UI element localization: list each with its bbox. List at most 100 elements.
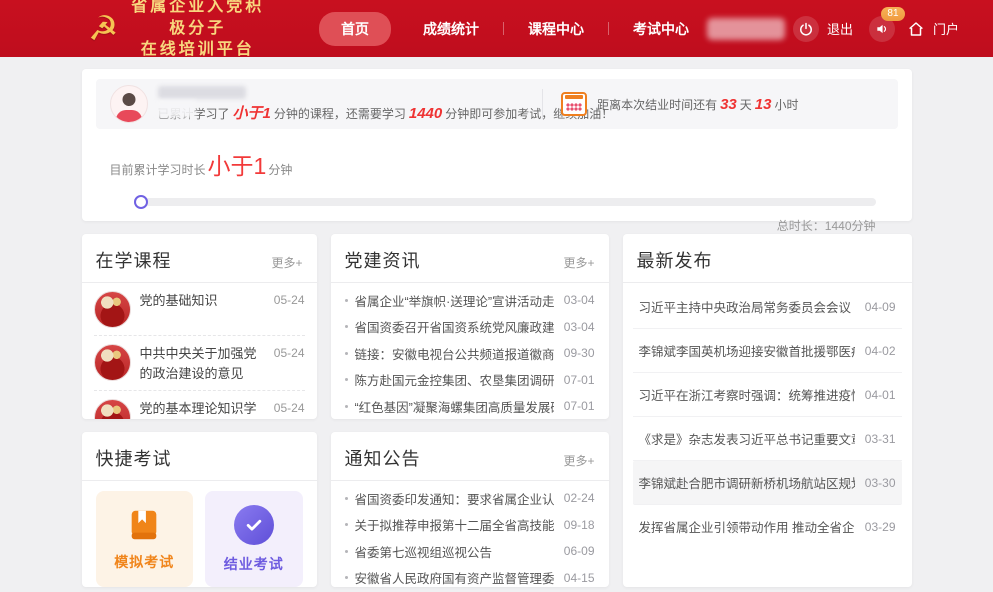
news-list-item[interactable]: 省国资委召开省国资系统党风廉政建设和反腐... 03-04 bbox=[345, 314, 595, 341]
notice-list-item[interactable]: 关于拟推荐申报第十二届全省高技能人才评选... 09-18 bbox=[345, 512, 595, 539]
home-icon[interactable] bbox=[907, 20, 925, 38]
latest-list-item[interactable]: 李锦斌赴合肥市调研新桥机场航站区规划建设... 03-30 bbox=[633, 461, 902, 505]
speaker-icon[interactable]: 81 bbox=[869, 16, 895, 42]
studied-minutes: 小于1 bbox=[230, 105, 274, 122]
latest-list-item[interactable]: 习近平在浙江考察时强调：统筹推进疫情防控... 04-01 bbox=[633, 373, 902, 417]
blur-patch bbox=[156, 100, 196, 118]
final-exam-tile[interactable]: 结业考试 bbox=[205, 491, 303, 587]
courses-title: 在学课程 bbox=[96, 247, 172, 273]
site-logo: ☭ 省属企业入党积极分子 在线培训平台 bbox=[88, 0, 267, 61]
course-thumbnail bbox=[94, 291, 131, 328]
course-list-item[interactable]: 05-24 党的基础知识 bbox=[94, 283, 305, 336]
mock-exam-label: 模拟考试 bbox=[114, 552, 174, 572]
notice-item-title: 省国资委印发通知：要求省属企业认真贯彻落... bbox=[355, 489, 554, 508]
exam-tiles: 模拟考试 结业考试 bbox=[82, 481, 317, 587]
notice-item-date: 09-18 bbox=[564, 518, 595, 532]
latest-list-item[interactable]: 发挥省属企业引领带动作用 推动全省企业尽快... 03-29 bbox=[633, 505, 902, 548]
courses-card-header: 在学课程 更多+ bbox=[82, 234, 317, 283]
nav-item-scores[interactable]: 成绩统计 bbox=[405, 12, 497, 46]
user-info-strip: 已累计学习了小于1分钟的课程，还需要学习1440分钟即可参加考试，继续加油！ 距… bbox=[96, 79, 898, 129]
party-news-header: 党建资讯 更多+ bbox=[331, 234, 609, 283]
notice-list-item[interactable]: 省委第七巡视组巡视公告 06-09 bbox=[345, 538, 595, 565]
header-user-area: 退出 81 门户 bbox=[707, 16, 959, 42]
nav-item-exams[interactable]: 考试中心 bbox=[615, 12, 707, 46]
nav-item-courses[interactable]: 课程中心 bbox=[510, 12, 602, 46]
course-thumbnail bbox=[94, 399, 131, 419]
notice-list-item[interactable]: 省国资委印发通知：要求省属企业认真贯彻落... 02-24 bbox=[345, 485, 595, 512]
notice-item-date: 02-24 bbox=[564, 491, 595, 505]
news-list-item[interactable]: 链接：安徽电视台公共频道报道徽商职业学院... 09-30 bbox=[345, 340, 595, 367]
course-text: 05-24 中共中央关于加强党的政治建设的意见 bbox=[140, 344, 305, 383]
latest-item-title: 发挥省属企业引领带动作用 推动全省企业尽快... bbox=[639, 517, 855, 536]
news-item-title: “红色基因”凝聚海螺集团高质量发展磅礴力... bbox=[355, 397, 554, 416]
check-circle-icon bbox=[234, 505, 274, 545]
countdown-days-unit: 天 bbox=[740, 98, 752, 112]
blurred-username-inline bbox=[158, 86, 246, 99]
mock-exam-tile[interactable]: 模拟考试 bbox=[96, 491, 194, 587]
news-item-date: 09-30 bbox=[564, 346, 595, 360]
book-icon bbox=[125, 507, 163, 543]
quick-exam-card: 快捷考试 模拟考试 结业考试 bbox=[82, 432, 317, 587]
bullet-dot bbox=[345, 352, 348, 355]
course-list-item[interactable]: 05-24 中共中央关于加强党的政治建设的意见 bbox=[94, 336, 305, 391]
courses-more-link[interactable]: 更多+ bbox=[271, 254, 302, 271]
course-title: 中共中央关于加强党的政治建设的意见 bbox=[140, 346, 257, 381]
progress-label: 目前累计学习时长小于1分钟 bbox=[110, 147, 888, 181]
progress-value: 小于1 bbox=[206, 153, 269, 179]
latest-item-title: 习近平在浙江考察时强调：统筹推进疫情防控... bbox=[639, 385, 855, 404]
latest-list-item[interactable]: 李锦斌李国英机场迎接安徽首批援鄂医疗队凯... 04-02 bbox=[633, 329, 902, 373]
study-suffix: 分钟即可参加考试，继续加油！ bbox=[445, 107, 613, 121]
progress-unit: 分钟 bbox=[268, 163, 292, 177]
party-news-more-link[interactable]: 更多+ bbox=[563, 254, 594, 271]
final-exam-label: 结业考试 bbox=[224, 554, 284, 574]
power-icon[interactable] bbox=[793, 16, 819, 42]
latest-list-item[interactable]: 习近平主持中央政治局常务委员会会议 分析国... 04-09 bbox=[633, 285, 902, 329]
course-list: 05-24 党的基础知识 05-24 中共中央关于加强党的政治建设的意见 bbox=[82, 283, 317, 419]
notice-list-item[interactable]: 安徽省人民政府国有资产监督管理委员会网站... 04-15 bbox=[345, 565, 595, 588]
study-info-texts: 已累计学习了小于1分钟的课程，还需要学习1440分钟即可参加考试，继续加油！ bbox=[158, 86, 525, 123]
course-list-item[interactable]: 05-24 党的基本理论知识学习手册 bbox=[94, 391, 305, 419]
card-grid: 在学课程 更多+ 05-24 党的基础知识 bbox=[82, 234, 912, 587]
bullet-dot bbox=[345, 550, 348, 553]
bullet-dot bbox=[345, 576, 348, 579]
notice-item-date: 04-15 bbox=[564, 571, 595, 585]
latest-item-title: 习近平主持中央政治局常务委员会会议 分析国... bbox=[639, 297, 855, 316]
nav-separator bbox=[503, 22, 504, 35]
top-header: ☭ 省属企业入党积极分子 在线培训平台 首页 成绩统计 课程中心 考试中心 退出… bbox=[0, 0, 993, 57]
course-title: 党的基础知识 bbox=[140, 293, 218, 308]
user-avatar bbox=[110, 85, 148, 123]
main-content: 已累计学习了小于1分钟的课程，还需要学习1440分钟即可参加考试，继续加油！ 距… bbox=[82, 69, 912, 587]
progress-handle[interactable] bbox=[134, 195, 148, 209]
latest-list-item[interactable]: 《求是》杂志发表习近平总书记重要文章《在... 03-31 bbox=[633, 417, 902, 461]
countdown-days: 33 bbox=[717, 96, 740, 113]
course-date: 05-24 bbox=[274, 344, 305, 362]
bullet-dot bbox=[345, 378, 348, 381]
bullet-dot bbox=[345, 325, 348, 328]
course-text: 05-24 党的基础知识 bbox=[140, 291, 305, 328]
quick-exam-title: 快捷考试 bbox=[96, 445, 172, 471]
news-list-item[interactable]: 省属企业“举旗帜·送理论”宣讲活动走进华安... 03-04 bbox=[345, 287, 595, 314]
courses-card: 在学课程 更多+ 05-24 党的基础知识 bbox=[82, 234, 317, 419]
latest-item-date: 04-02 bbox=[865, 344, 896, 358]
progress-track bbox=[136, 198, 876, 206]
latest-item-title: 李锦斌李国英机场迎接安徽首批援鄂医疗队凯... bbox=[639, 341, 855, 360]
notices-more-link[interactable]: 更多+ bbox=[563, 452, 594, 469]
latest-item-date: 03-29 bbox=[865, 520, 896, 534]
latest-item-title: 《求是》杂志发表习近平总书记重要文章《在... bbox=[639, 429, 855, 448]
news-list-item[interactable]: “红色基因”凝聚海螺集团高质量发展磅礴力... 07-01 bbox=[345, 393, 595, 419]
quick-exam-header: 快捷考试 bbox=[82, 432, 317, 481]
party-news-card: 党建资讯 更多+ 省属企业“举旗帜·送理论”宣讲活动走进华安... 03-04 … bbox=[331, 234, 609, 419]
notices-card: 通知公告 更多+ 省国资委印发通知：要求省属企业认真贯彻落... 02-24 关… bbox=[331, 432, 609, 587]
site-title: 省属企业入党积极分子 在线培训平台 bbox=[128, 0, 266, 61]
notice-item-title: 关于拟推荐申报第十二届全省高技能人才评选... bbox=[355, 515, 554, 534]
latest-item-title: 李锦斌赴合肥市调研新桥机场航站区规划建设... bbox=[639, 473, 855, 492]
news-list-item[interactable]: 陈方赴国元金控集团、农垦集团调研督导 07-01 bbox=[345, 367, 595, 394]
site-title-line1: 省属企业入党积极分子 bbox=[128, 0, 266, 39]
nav-item-home[interactable]: 首页 bbox=[319, 12, 391, 46]
course-title: 党的基本理论知识学习手册 bbox=[140, 401, 257, 419]
portal-link[interactable]: 门户 bbox=[933, 19, 959, 38]
latest-releases-list: 习近平主持中央政治局常务委员会会议 分析国... 04-09 李锦斌李国英机场迎… bbox=[623, 283, 912, 550]
notification-badge: 81 bbox=[881, 7, 905, 21]
countdown-text: 距离本次结业时间还有33天13小时 bbox=[597, 96, 798, 113]
logout-button[interactable]: 退出 bbox=[827, 19, 853, 38]
